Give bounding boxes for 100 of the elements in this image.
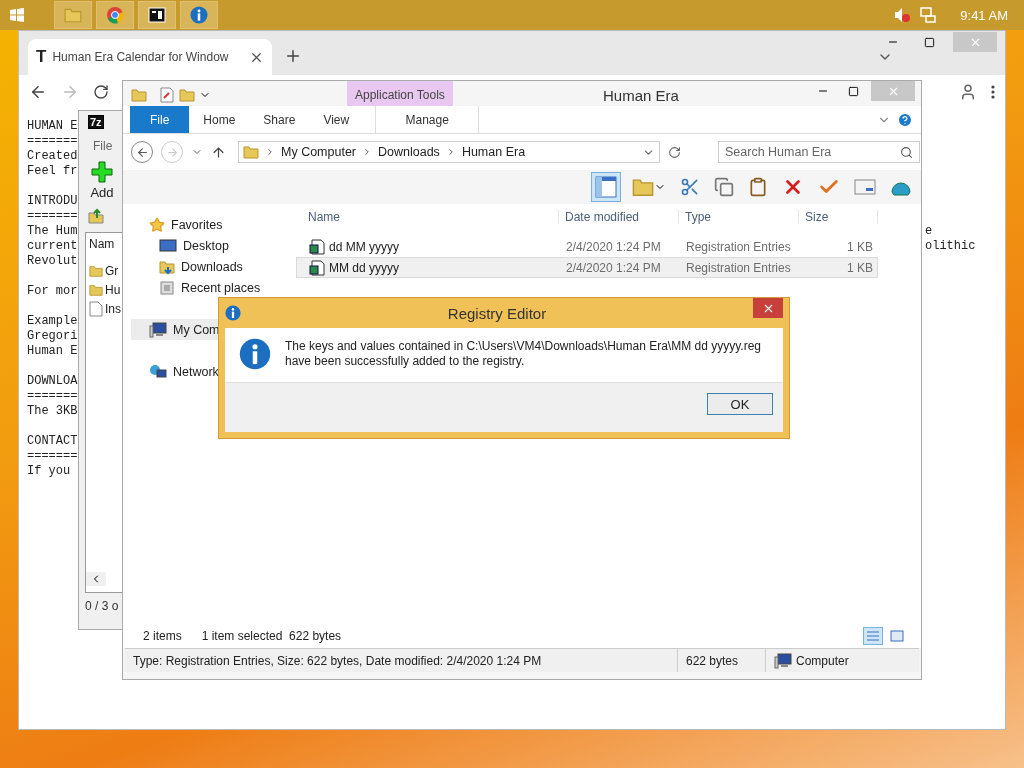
user-icon bbox=[959, 83, 977, 101]
nav-label: Network bbox=[173, 364, 219, 379]
page-text-line: Created bbox=[27, 149, 78, 163]
file-name: dd MM yyyyy bbox=[329, 239, 399, 254]
context-tab-label: Application Tools bbox=[347, 81, 453, 107]
menu-icon bbox=[991, 85, 995, 99]
column-header[interactable]: Nam bbox=[89, 237, 115, 251]
profile-button[interactable] bbox=[959, 83, 977, 101]
ribbon-tab[interactable]: Home bbox=[189, 106, 250, 133]
ribbon-tab[interactable]: View bbox=[309, 106, 364, 133]
page-text-line: ======= bbox=[27, 389, 78, 403]
forward-icon bbox=[61, 83, 79, 101]
search-field[interactable]: Search Human Era bbox=[718, 141, 920, 163]
add-button[interactable]: Add bbox=[85, 161, 119, 200]
page-text-line: e bbox=[925, 224, 933, 238]
refresh-icon[interactable] bbox=[668, 145, 681, 159]
selection-info: 1 item selected 622 bytes bbox=[201, 629, 342, 643]
scroll-left-button[interactable] bbox=[86, 572, 106, 586]
preview-pane-button[interactable] bbox=[591, 172, 621, 202]
address-bar[interactable]: My Computer Downloads Human Era bbox=[238, 141, 660, 163]
star-icon bbox=[149, 216, 165, 233]
maximize-icon bbox=[847, 85, 859, 97]
breadcrumb[interactable]: My Computer bbox=[281, 145, 357, 159]
speaker-muted-icon[interactable] bbox=[894, 7, 911, 23]
breadcrumb-separator-icon bbox=[265, 147, 275, 157]
reload-button[interactable] bbox=[93, 84, 109, 100]
page-text-line: The Hum bbox=[27, 224, 78, 238]
info-icon bbox=[239, 338, 271, 370]
item-count: 2 items bbox=[143, 629, 182, 643]
up-icon[interactable] bbox=[211, 144, 226, 160]
file-item[interactable]: Gr bbox=[89, 261, 119, 280]
app-logo: 7z bbox=[88, 115, 104, 129]
large-icons-view-button[interactable] bbox=[887, 627, 907, 645]
page-text-line: current bbox=[27, 239, 78, 253]
menu-item[interactable]: File bbox=[93, 139, 113, 153]
folder-icon bbox=[632, 176, 654, 198]
window-title: Human Era bbox=[603, 87, 679, 104]
file-size: 1 KB bbox=[847, 239, 873, 254]
file-date: 2/4/2020 1:24 PM bbox=[566, 260, 661, 275]
file-name: MM dd yyyyy bbox=[329, 260, 399, 275]
page-text-line: Example bbox=[27, 314, 78, 328]
page-text-line: ======= bbox=[27, 209, 78, 223]
close-button[interactable] bbox=[753, 298, 783, 318]
computer-icon bbox=[149, 321, 167, 338]
start-icon[interactable] bbox=[10, 8, 24, 22]
breadcrumb[interactable]: Downloads bbox=[378, 145, 440, 159]
file-size: 1 KB bbox=[847, 260, 873, 275]
registry-file-icon bbox=[309, 259, 325, 276]
file-item[interactable]: Ins bbox=[89, 299, 121, 318]
file-menu-button[interactable]: File bbox=[130, 106, 190, 133]
context-ribbon-tab[interactable]: Manage bbox=[375, 106, 480, 133]
image-icon bbox=[890, 630, 904, 642]
tab-title: Human Era Calendar for Window bbox=[52, 50, 230, 64]
page-text-line: ======= bbox=[27, 449, 78, 463]
nav-item[interactable]: Desktop bbox=[131, 235, 296, 256]
nav-item[interactable]: Downloads bbox=[131, 256, 296, 277]
archive-icon bbox=[148, 7, 166, 23]
new-tab-icon[interactable] bbox=[284, 47, 302, 65]
page-text-line: Gregori bbox=[27, 329, 78, 343]
page-text-line: For mor bbox=[27, 284, 78, 298]
help-icon[interactable] bbox=[897, 111, 913, 128]
back-button[interactable] bbox=[29, 83, 47, 101]
column-header[interactable]: Size bbox=[799, 210, 878, 224]
column-header[interactable]: Name bbox=[296, 210, 559, 224]
list-icon bbox=[866, 630, 880, 642]
browser-tab[interactable]: T Human Era Calendar for Window bbox=[28, 39, 272, 75]
properties-button[interactable] bbox=[851, 176, 879, 198]
status-details: Type: Registration Entries, Size: 622 bytes, Date modified: 2/4/2020 1:24 PM bbox=[125, 649, 678, 672]
ok-button[interactable]: OK bbox=[707, 393, 773, 415]
tab-favicon: T bbox=[36, 47, 47, 67]
back-icon bbox=[29, 83, 47, 101]
folder-icon bbox=[243, 144, 259, 160]
page-text-line: If you bbox=[27, 464, 71, 478]
nav-item[interactable]: Recent places bbox=[131, 277, 296, 298]
properties-icon[interactable] bbox=[159, 87, 175, 103]
ribbon-tab[interactable]: Share bbox=[249, 106, 310, 133]
folder-icon bbox=[64, 6, 82, 24]
info-icon bbox=[225, 305, 241, 321]
breadcrumb[interactable]: Human Era bbox=[461, 145, 526, 159]
taskbar-button[interactable] bbox=[138, 1, 176, 29]
folder-icon bbox=[179, 87, 195, 103]
copy-icon bbox=[714, 177, 734, 197]
file-row[interactable]: dd MM yyyyy 2/4/2020 1:24 PM Registration Entries 1 KB bbox=[296, 236, 878, 257]
page-text-line: Human E bbox=[27, 344, 78, 358]
menu-button[interactable] bbox=[991, 85, 995, 99]
page-text-line: CONTACT bbox=[27, 434, 78, 448]
page-text-line: INTRODU bbox=[27, 194, 78, 208]
back-button[interactable] bbox=[131, 141, 153, 163]
page-text-line: HUMAN E bbox=[27, 119, 78, 133]
network-icon[interactable] bbox=[920, 7, 937, 23]
file-item[interactable]: Hu bbox=[89, 280, 121, 299]
column-header[interactable]: Type bbox=[679, 210, 799, 224]
column-header[interactable]: Date modified bbox=[559, 210, 679, 224]
pane-icon bbox=[595, 176, 617, 198]
computer-icon bbox=[774, 652, 792, 669]
nav-item[interactable]: Favorites bbox=[131, 214, 296, 235]
nav-label: Favorites bbox=[171, 217, 223, 232]
nav-label: Downloads bbox=[181, 259, 243, 274]
file-row[interactable]: MM dd yyyyy 2/4/2020 1:24 PM Registration Entries 1 KB bbox=[296, 257, 878, 278]
folder-up-icon[interactable] bbox=[88, 208, 104, 224]
